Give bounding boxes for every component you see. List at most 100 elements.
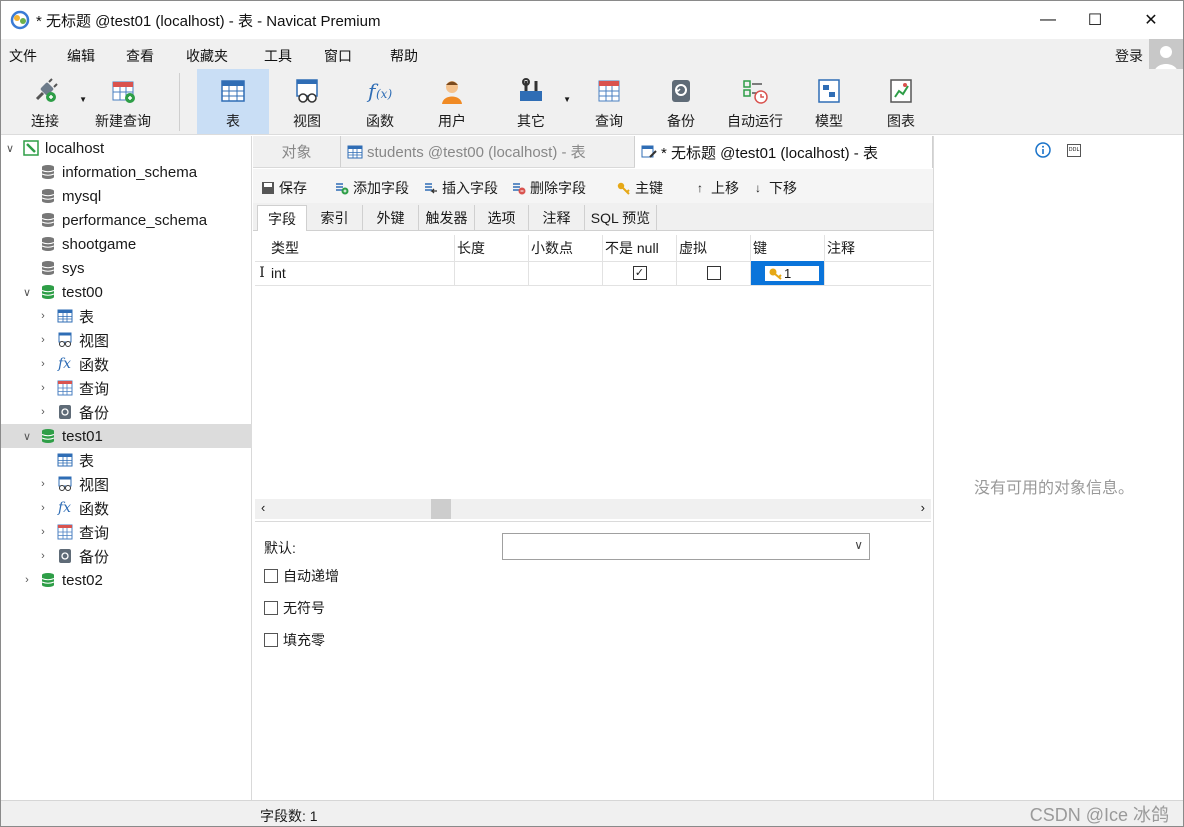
- tree-test00-functions[interactable]: › fx 函数: [1, 352, 252, 376]
- save-button[interactable]: 保存: [261, 178, 307, 198]
- menu-window[interactable]: 窗口: [324, 46, 352, 66]
- scroll-right-icon[interactable]: ›: [921, 500, 925, 515]
- menu-help[interactable]: 帮助: [390, 46, 418, 66]
- menu-edit[interactable]: 编辑: [67, 46, 95, 66]
- auto-increment-checkbox[interactable]: [264, 569, 278, 583]
- primary-key-button[interactable]: 主键: [617, 178, 663, 198]
- column-header-key[interactable]: 键: [751, 235, 825, 261]
- unsigned-option[interactable]: 无符号: [264, 598, 325, 618]
- zerofill-option[interactable]: 填充零: [264, 630, 325, 650]
- column-header-virtual[interactable]: 虚拟: [677, 235, 751, 261]
- insert-field-button[interactable]: 插入字段: [424, 178, 498, 198]
- chevron-right-icon[interactable]: ›: [21, 574, 33, 586]
- new-query-button[interactable]: 新建查询: [89, 69, 157, 134]
- tree-test00-backups[interactable]: › 备份: [1, 400, 252, 424]
- column-header-decimals[interactable]: 小数点: [529, 235, 603, 261]
- chevron-right-icon[interactable]: ›: [37, 382, 49, 394]
- tree-db-sys[interactable]: sys: [1, 256, 252, 280]
- chevron-down-icon[interactable]: ∨: [4, 142, 16, 155]
- tree-connection-localhost[interactable]: ∨ localhost: [1, 136, 252, 160]
- users-button[interactable]: 用户: [423, 69, 481, 134]
- chevron-right-icon[interactable]: ›: [37, 310, 49, 322]
- info-icon[interactable]: [1035, 142, 1051, 158]
- cell-decimals[interactable]: [529, 261, 603, 285]
- auto-increment-option[interactable]: 自动递增: [264, 566, 339, 586]
- chevron-right-icon[interactable]: ›: [37, 550, 49, 562]
- tree-db-information-schema[interactable]: information_schema: [1, 160, 252, 184]
- backup-button[interactable]: 备份: [653, 69, 709, 134]
- subtab-indexes[interactable]: 索引: [307, 205, 363, 231]
- ddl-icon[interactable]: DDL: [1067, 144, 1081, 157]
- chevron-right-icon[interactable]: ›: [37, 358, 49, 370]
- login-link[interactable]: 登录: [1115, 46, 1143, 66]
- chevron-down-icon[interactable]: ▼: [79, 95, 87, 104]
- tree-test00-views[interactable]: › 视图: [1, 328, 252, 352]
- cell-virtual[interactable]: [677, 261, 751, 285]
- tree-test01-backups[interactable]: › 备份: [1, 544, 252, 568]
- move-up-button[interactable]: ↑ 上移: [693, 178, 739, 198]
- views-button[interactable]: 视图: [277, 69, 337, 134]
- tree-test00-queries[interactable]: › 查询: [1, 376, 252, 400]
- tree-db-shootgame[interactable]: shootgame: [1, 232, 252, 256]
- column-header-not-null[interactable]: 不是 null: [603, 235, 677, 261]
- column-header-length[interactable]: 长度: [455, 235, 529, 261]
- column-header-type[interactable]: 类型: [269, 235, 455, 261]
- chevron-down-icon[interactable]: ▼: [563, 95, 571, 104]
- tab-untitled-table[interactable]: * 无标题 @test01 (localhost) - 表: [635, 136, 933, 168]
- close-button[interactable]: ✕: [1128, 1, 1174, 39]
- scroll-left-icon[interactable]: ‹: [261, 500, 265, 515]
- queries-button[interactable]: 查询: [581, 69, 637, 134]
- cell-type[interactable]: int: [269, 261, 455, 285]
- subtab-fields[interactable]: 字段: [257, 205, 307, 231]
- tree-db-test00[interactable]: ∨ test00: [1, 280, 252, 304]
- others-button[interactable]: 其它 ▼: [503, 69, 571, 134]
- functions-button[interactable]: f (x) 函数: [351, 69, 409, 134]
- subtab-options[interactable]: 选项: [475, 205, 529, 231]
- cell-comment[interactable]: [825, 261, 931, 285]
- menu-view[interactable]: 查看: [126, 46, 154, 66]
- maximize-button[interactable]: ☐: [1072, 1, 1118, 39]
- chevron-right-icon[interactable]: ›: [37, 334, 49, 346]
- models-button[interactable]: 模型: [801, 69, 857, 134]
- unsigned-checkbox[interactable]: [264, 601, 278, 615]
- tree-test01-tables[interactable]: 表: [1, 448, 252, 472]
- default-value-select[interactable]: ∨: [502, 533, 870, 560]
- zerofill-checkbox[interactable]: [264, 633, 278, 647]
- subtab-triggers[interactable]: 触发器: [419, 205, 475, 231]
- cell-length[interactable]: [455, 261, 529, 285]
- grid-horizontal-scrollbar[interactable]: ‹ ›: [255, 499, 931, 519]
- automation-button[interactable]: 自动运行: [719, 69, 791, 134]
- tree-test00-tables[interactable]: › 表: [1, 304, 252, 328]
- virtual-checkbox[interactable]: [706, 266, 721, 280]
- column-header-comment[interactable]: 注释: [825, 235, 931, 261]
- tab-objects[interactable]: 对象: [253, 136, 341, 167]
- tree-test01-queries[interactable]: › 查询: [1, 520, 252, 544]
- subtab-sql-preview[interactable]: SQL 预览: [585, 205, 657, 231]
- chevron-down-icon[interactable]: ∨: [21, 286, 33, 299]
- charts-button[interactable]: 图表: [873, 69, 929, 134]
- chevron-right-icon[interactable]: ›: [37, 502, 49, 514]
- cell-key[interactable]: 1: [751, 261, 825, 285]
- add-field-button[interactable]: 添加字段: [335, 178, 409, 198]
- chevron-right-icon[interactable]: ›: [37, 526, 49, 538]
- delete-field-button[interactable]: 删除字段: [512, 178, 586, 198]
- tree-test01-views[interactable]: › 视图: [1, 472, 252, 496]
- tree-db-test02[interactable]: › test02: [1, 568, 252, 592]
- minimize-button[interactable]: —: [1025, 1, 1071, 39]
- user-avatar-icon[interactable]: [1149, 39, 1183, 73]
- subtab-comment[interactable]: 注释: [529, 205, 585, 231]
- menu-favorites[interactable]: 收藏夹: [186, 46, 228, 66]
- subtab-foreign-keys[interactable]: 外键: [363, 205, 419, 231]
- chevron-right-icon[interactable]: ›: [37, 478, 49, 490]
- tab-students-table[interactable]: students @test00 (localhost) - 表: [341, 136, 635, 167]
- tree-db-performance-schema[interactable]: performance_schema: [1, 208, 252, 232]
- tree-test01-functions[interactable]: › fx 函数: [1, 496, 252, 520]
- menu-file[interactable]: 文件: [9, 46, 37, 66]
- scrollbar-thumb[interactable]: [431, 499, 451, 519]
- tree-db-test01[interactable]: ∨ test01: [1, 424, 252, 448]
- menu-tools[interactable]: 工具: [264, 46, 292, 66]
- chevron-down-icon[interactable]: ∨: [21, 430, 33, 443]
- move-down-button[interactable]: ↓ 下移: [751, 178, 797, 198]
- chevron-right-icon[interactable]: ›: [37, 406, 49, 418]
- connect-button[interactable]: 连接 ▼: [15, 69, 87, 134]
